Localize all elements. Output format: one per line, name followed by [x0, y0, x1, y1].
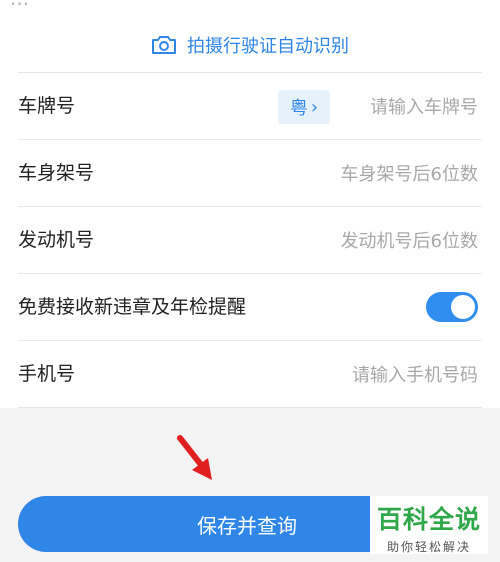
divider [18, 407, 482, 408]
toggle-knob [451, 295, 475, 319]
previous-section-fragment: ... [0, 0, 500, 18]
vehicle-form-card: 拍摄行驶证自动识别 车牌号 粤 › 车身架号 发动机号 免费接收新违章及年检提醒… [0, 18, 500, 408]
phone-row: 手机号 [0, 341, 500, 407]
engine-input[interactable] [236, 221, 480, 261]
scan-license-label: 拍摄行驶证自动识别 [187, 36, 349, 57]
watermark-logo: 百科全说 助你轻松解决 [370, 496, 488, 554]
watermark-subtitle: 助你轻松解决 [386, 540, 471, 554]
plate-label: 车牌号 [18, 95, 76, 117]
previous-section-text: ... [10, 0, 29, 10]
engine-row: 发动机号 [0, 207, 500, 273]
red-arrow-annotation-icon [177, 435, 212, 480]
chevron-right-icon: › [310, 96, 319, 118]
phone-input[interactable] [236, 355, 480, 395]
province-selector[interactable]: 粤 › [278, 90, 330, 124]
plate-input[interactable] [341, 87, 480, 127]
vin-row: 车身架号 [0, 140, 500, 206]
camera-icon [152, 36, 176, 54]
engine-label: 发动机号 [18, 229, 95, 251]
reminder-toggle[interactable] [426, 292, 478, 322]
reminder-label: 免费接收新违章及年检提醒 [18, 296, 247, 318]
phone-label: 手机号 [18, 363, 76, 385]
vin-label: 车身架号 [18, 162, 95, 184]
province-value: 粤 [289, 98, 308, 119]
vin-input[interactable] [236, 154, 480, 194]
plate-row: 车牌号 粤 › [0, 73, 500, 139]
watermark-title: 百科全说 [376, 505, 481, 534]
scan-license-button[interactable]: 拍摄行驶证自动识别 [0, 18, 500, 72]
reminder-row: 免费接收新违章及年检提醒 [0, 274, 500, 340]
